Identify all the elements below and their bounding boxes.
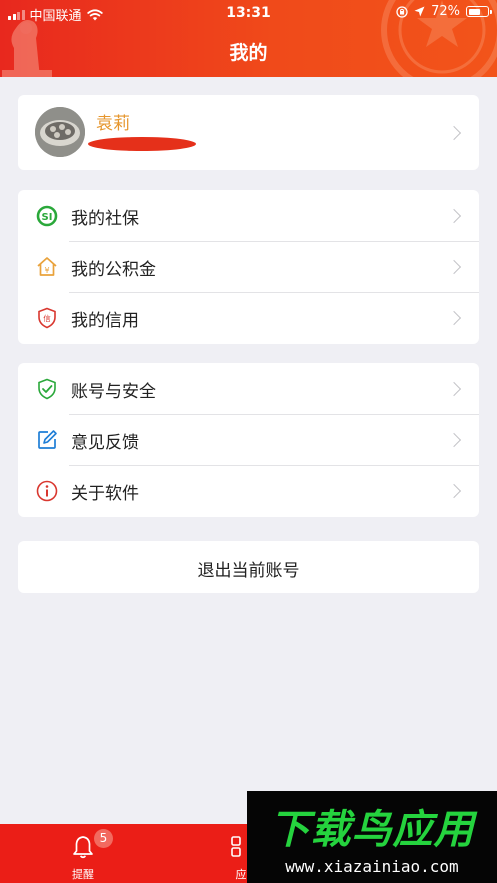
settings-menu-card: 账号与安全 意见反馈 关于软件 xyxy=(18,363,479,517)
social-security-icon: SI xyxy=(36,205,58,227)
feedback-edit-icon xyxy=(38,430,57,449)
chevron-right-icon xyxy=(446,432,462,448)
logout-label: 退出当前账号 xyxy=(197,561,300,581)
status-bar: 中国联通 13:31 72% xyxy=(0,0,497,26)
menu-item-label: 我的信用 xyxy=(71,311,139,331)
avatar[interactable] xyxy=(35,107,85,157)
location-arrow-icon xyxy=(414,6,425,17)
menu-item-label: 我的公积金 xyxy=(71,260,156,280)
username: 袁莉 xyxy=(96,114,130,134)
svg-text:SI: SI xyxy=(42,212,53,223)
redacted-scribble xyxy=(88,137,196,151)
profile-card[interactable]: 袁莉 xyxy=(18,95,479,170)
menu-item-social-security[interactable]: SI 我的社保 xyxy=(18,190,479,241)
chevron-right-icon xyxy=(446,125,462,141)
chevron-right-icon xyxy=(446,208,462,224)
status-right: 72% xyxy=(396,4,492,19)
chevron-right-icon xyxy=(446,310,462,326)
menu-item-housing-fund[interactable]: ¥ 我的公积金 xyxy=(18,241,479,292)
avatar-image xyxy=(35,107,85,157)
menu-item-feedback[interactable]: 意见反馈 xyxy=(18,414,479,465)
orientation-lock-icon xyxy=(396,5,408,18)
menu-item-credit[interactable]: 信 我的信用 xyxy=(18,292,479,343)
svg-text:信: 信 xyxy=(43,313,51,323)
logout-button[interactable]: 退出当前账号 xyxy=(18,541,479,593)
battery-icon xyxy=(466,6,492,17)
notification-badge: 5 xyxy=(94,829,113,848)
menu-item-about[interactable]: 关于软件 xyxy=(18,465,479,516)
watermark-url: www.xiazainiao.com xyxy=(285,857,459,876)
menu-item-label: 关于软件 xyxy=(71,484,139,504)
menu-item-label: 我的社保 xyxy=(71,209,139,229)
services-menu-card: SI 我的社保 ¥ 我的公积金 信 我的信用 xyxy=(18,190,479,344)
info-icon xyxy=(36,480,58,502)
svg-text:¥: ¥ xyxy=(44,266,49,275)
profile-screen: 中国联通 13:31 72% 我的 袁莉 SI 我的社保 ¥ 我的公积金 信 我… xyxy=(0,0,497,883)
watermark-overlay: 下载鸟应用 www.xiazainiao.com xyxy=(247,791,497,883)
chevron-right-icon xyxy=(446,381,462,397)
housing-fund-icon: ¥ xyxy=(37,257,57,276)
credit-shield-icon: 信 xyxy=(38,307,56,329)
menu-item-account-security[interactable]: 账号与安全 xyxy=(18,363,479,414)
header: 中国联通 13:31 72% 我的 xyxy=(0,0,497,77)
chevron-right-icon xyxy=(446,259,462,275)
battery-percent: 72% xyxy=(431,4,460,19)
chevron-right-icon xyxy=(446,483,462,499)
watermark-title: 下载鸟应用 xyxy=(269,807,475,853)
security-shield-check-icon xyxy=(38,378,56,400)
page-title: 我的 xyxy=(229,42,268,64)
menu-item-label: 账号与安全 xyxy=(71,382,156,402)
bell-icon xyxy=(73,836,93,859)
menu-item-label: 意见反馈 xyxy=(71,433,139,453)
tab-label: 提醒 xyxy=(72,868,94,881)
tab-remind[interactable]: 5 提醒 xyxy=(38,824,128,883)
